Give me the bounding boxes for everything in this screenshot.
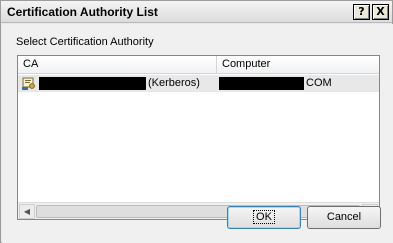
select-ca-label: Select Certification Authority xyxy=(16,36,154,48)
column-header-computer[interactable]: Computer xyxy=(217,56,379,73)
cancel-button[interactable]: Cancel xyxy=(307,206,381,229)
window-title: Certification Authority List xyxy=(7,5,158,19)
ok-button[interactable]: OK xyxy=(227,206,301,229)
title-bar: Certification Authority List ? X xyxy=(1,1,392,23)
ca-name-suffix: (Kerberos) xyxy=(148,77,200,89)
column-header-ca[interactable]: CA xyxy=(18,56,217,73)
certificate-authority-icon xyxy=(22,77,35,90)
list-item[interactable]: (Kerberos) COM xyxy=(18,75,379,92)
scroll-left-icon[interactable]: ◀ xyxy=(19,204,35,219)
ca-list[interactable]: CA Computer (Kerberos) COM ◀ ▶ xyxy=(17,55,380,220)
redacted-computer-name xyxy=(219,77,304,90)
close-button[interactable]: X xyxy=(372,4,389,20)
dialog-body: Select Certification Authority CA Comput… xyxy=(2,24,393,243)
redacted-ca-name xyxy=(39,77,146,90)
certification-authority-dialog: Certification Authority List ? X Select … xyxy=(0,0,393,243)
computer-name-suffix: COM xyxy=(306,77,332,89)
ok-button-label: OK xyxy=(253,210,275,224)
list-header: CA Computer xyxy=(18,56,379,74)
help-button[interactable]: ? xyxy=(353,4,370,20)
